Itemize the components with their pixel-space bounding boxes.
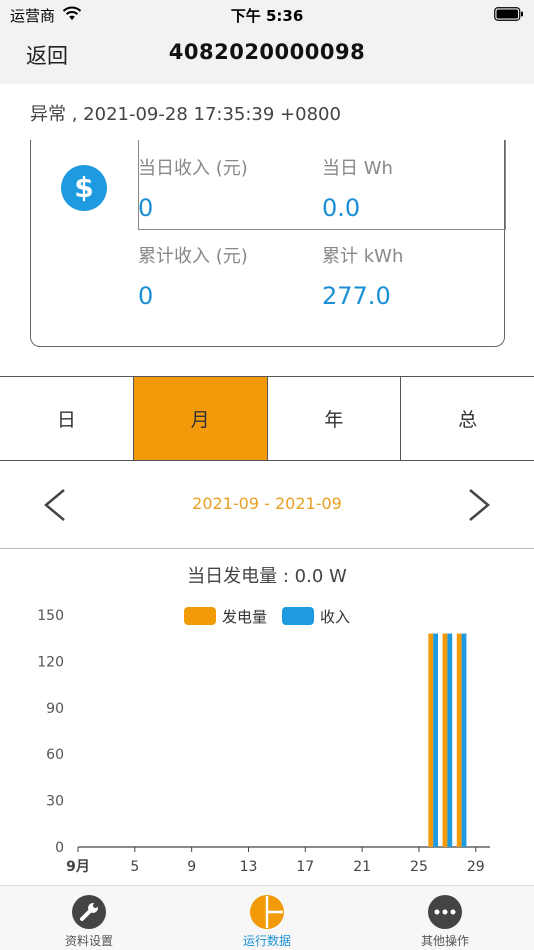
summary-card: $ 当日收入 (元) 0 当日 Wh 0.0 累计收入 (元) 0 累计 kWh…: [30, 140, 506, 347]
tabbar-item-runtime-data[interactable]: 运行数据: [178, 886, 356, 950]
dollar-icon: $: [61, 165, 107, 211]
tab-day[interactable]: 日: [0, 377, 134, 460]
period-tabs: 日 月 年 总: [0, 376, 534, 461]
energy-bar-chart: 0 30 60 90 120 150 9月 5 9 13 17 21 25 29 发电量 收入: [37, 607, 490, 875]
x-tick-label: 9月: [66, 859, 90, 875]
x-tick-label: 13: [240, 859, 258, 875]
tabbar-label-more: 其他操作: [420, 934, 469, 948]
tabbar-item-more[interactable]: 其他操作: [356, 886, 534, 950]
more-icon: [428, 895, 462, 929]
bottom-tab-bar: 资料设置 运行数据 其他操作: [0, 885, 534, 950]
x-tick-label: 25: [410, 859, 428, 875]
daily-income-value: 0: [138, 194, 154, 222]
daily-energy-label: 当日 Wh: [322, 158, 393, 179]
tab-total[interactable]: 总: [401, 377, 534, 460]
chart-title: 当日发电量 : 0.0 W: [187, 566, 347, 587]
x-tick-label: 5: [130, 859, 139, 875]
date-range: 2021-09 - 2021-09: [192, 494, 342, 513]
tab-month[interactable]: 月: [133, 377, 268, 460]
page-title: 4082020000098: [168, 40, 366, 64]
clock: 下午 5:36: [230, 7, 304, 25]
y-tick-label: 0: [55, 840, 64, 856]
device-status: 异常 , 2021-09-28 17:35:39 +0800: [30, 104, 341, 125]
daily-income-label: 当日收入 (元): [138, 158, 248, 179]
legend-swatch: [282, 607, 314, 625]
y-tick-label: 60: [46, 747, 64, 763]
wrench-icon: [72, 895, 106, 929]
legend-swatch: [184, 607, 216, 625]
bar: [428, 633, 434, 847]
x-tick-label: 9: [187, 859, 196, 875]
y-tick-label: 30: [46, 794, 64, 810]
chevron-right-icon[interactable]: [464, 487, 494, 523]
x-tick-label: 21: [353, 859, 371, 875]
bar: [442, 633, 448, 847]
pie-chart-icon: [250, 895, 284, 929]
tabbar-item-settings[interactable]: 资料设置: [0, 886, 178, 950]
nav-bar: 返回 4082020000098: [0, 28, 534, 84]
bar: [447, 633, 453, 847]
total-energy-value: 277.0: [322, 282, 391, 310]
battery-icon: [494, 7, 523, 21]
tab-year[interactable]: 年: [268, 377, 402, 460]
bar: [461, 633, 467, 847]
date-navigator: 2021-09 - 2021-09: [0, 461, 534, 549]
bar: [456, 633, 462, 847]
x-tick-label: 29: [467, 859, 485, 875]
svg-text:$: $: [74, 171, 93, 204]
total-income-value: 0: [138, 282, 154, 310]
daily-energy-value: 0.0: [322, 194, 361, 222]
y-tick-label: 90: [46, 701, 64, 717]
y-tick-label: 150: [37, 608, 64, 624]
total-energy-label: 累计 kWh: [322, 246, 404, 267]
x-tick-label: 17: [296, 859, 314, 875]
status-bar: 运营商 下午 5:36: [0, 0, 534, 28]
y-tick-label: 120: [37, 654, 64, 670]
tabbar-label-runtime-data: 运行数据: [242, 934, 291, 948]
tabbar-label-settings: 资料设置: [64, 934, 113, 948]
legend-label: 收入: [320, 608, 350, 626]
total-income-label: 累计收入 (元): [138, 246, 248, 267]
legend-label: 发电量: [222, 608, 267, 626]
bar: [433, 633, 439, 847]
